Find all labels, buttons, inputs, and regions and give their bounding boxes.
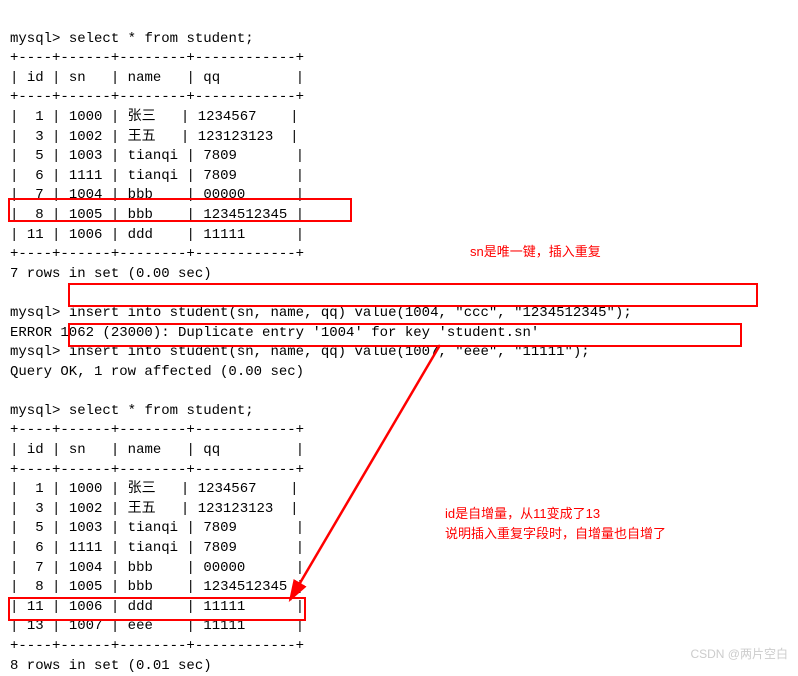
annotation-note1: sn是唯一键，插入重复: [470, 243, 601, 261]
prompt: mysql> insert into student(sn, name, qq)…: [10, 344, 590, 360]
table-header: | id | sn | name | qq |: [10, 442, 304, 458]
table-row: | 7 | 1004 | bbb | 00000 |: [10, 187, 304, 203]
error-output: ERROR 1062 (23000): Duplicate entry '100…: [10, 325, 539, 341]
prompt: mysql> insert into student(sn, name, qq)…: [10, 305, 632, 321]
table-divider: +----+------+--------+------------+: [10, 50, 304, 66]
table-divider: +----+------+--------+------------+: [10, 89, 304, 105]
table-row: | 5 | 1003 | tianqi | 7809 |: [10, 520, 304, 536]
table-row: | 11 | 1006 | ddd | 11111 |: [10, 227, 304, 243]
table-row: | 11 | 1006 | ddd | 11111 |: [10, 599, 304, 615]
watermark: CSDN @两片空白: [690, 646, 788, 663]
table-divider: +----+------+--------+------------+: [10, 462, 304, 478]
prompt: mysql> select * from student;: [10, 31, 254, 47]
terminal-output: mysql> select * from student; +----+----…: [10, 10, 788, 676]
table-divider: +----+------+--------+------------+: [10, 422, 304, 438]
result-footer: 8 rows in set (0.01 sec): [10, 658, 212, 674]
table-row: | 1 | 1000 | 张三 | 1234567 |: [10, 109, 299, 125]
annotation-note2-line1: id是自增量，从11变成了13: [445, 505, 600, 523]
table-row: | 5 | 1003 | tianqi | 7809 |: [10, 148, 304, 164]
table-row: | 1 | 1000 | 张三 | 1234567 |: [10, 481, 299, 497]
table-header: | id | sn | name | qq |: [10, 70, 304, 86]
table-row: | 13 | 1007 | eee | 11111 |: [10, 618, 304, 634]
table-row: | 3 | 1002 | 王五 | 123123123 |: [10, 501, 299, 517]
prompt: mysql> select * from student;: [10, 403, 254, 419]
table-row: | 8 | 1005 | bbb | 1234512345 |: [10, 207, 304, 223]
result-footer: 7 rows in set (0.00 sec): [10, 266, 212, 282]
table-row: | 7 | 1004 | bbb | 00000 |: [10, 560, 304, 576]
table-divider: +----+------+--------+------------+: [10, 246, 304, 262]
table-row: | 6 | 1111 | tianqi | 7809 |: [10, 540, 304, 556]
ok-output: Query OK, 1 row affected (0.00 sec): [10, 364, 304, 380]
table-row: | 8 | 1005 | bbb | 1234512345 |: [10, 579, 304, 595]
annotation-note2-line2: 说明插入重复字段时，自增量也自增了: [445, 525, 666, 543]
table-row: | 3 | 1002 | 王五 | 123123123 |: [10, 129, 299, 145]
table-divider: +----+------+--------+------------+: [10, 638, 304, 654]
table-row: | 6 | 1111 | tianqi | 7809 |: [10, 168, 304, 184]
